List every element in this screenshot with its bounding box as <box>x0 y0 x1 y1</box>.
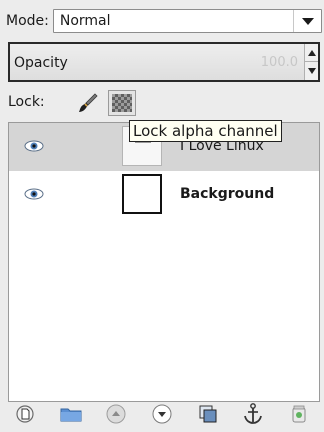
spin-up-icon[interactable] <box>305 44 318 62</box>
opacity-slider[interactable]: Opacity 100.0 <box>8 42 320 82</box>
mode-row: Mode: Normal <box>6 8 322 34</box>
lock-row: Lock: <box>8 90 318 116</box>
eye-icon[interactable] <box>23 187 45 201</box>
new-layer-group-icon[interactable] <box>58 401 84 427</box>
checkerboard-icon <box>112 94 132 112</box>
layers-list[interactable]: I Love Linux Background <box>8 122 320 402</box>
layers-toolbar <box>12 398 312 430</box>
layer-row[interactable]: Background <box>9 171 319 219</box>
new-layer-icon[interactable] <box>12 401 38 427</box>
mode-value: Normal <box>59 13 111 29</box>
eye-icon[interactable] <box>23 139 45 153</box>
paintbrush-icon[interactable] <box>76 91 100 115</box>
dropdown-arrow-icon[interactable] <box>293 10 321 32</box>
delete-layer-icon[interactable] <box>286 401 312 427</box>
opacity-value[interactable]: 100.0 <box>261 55 298 70</box>
spin-down-icon[interactable] <box>305 62 318 80</box>
tooltip: Lock alpha channel <box>129 120 282 142</box>
opacity-label: Opacity <box>14 55 68 71</box>
layer-name[interactable]: Background <box>180 186 274 202</box>
duplicate-layer-icon[interactable] <box>195 401 221 427</box>
lower-layer-icon[interactable] <box>149 401 175 427</box>
anchor-layer-icon[interactable] <box>240 401 266 427</box>
thumbnail-text-icon <box>135 141 151 149</box>
lock-alpha-button[interactable] <box>108 90 136 116</box>
mode-dropdown[interactable]: Normal <box>52 9 322 33</box>
layer-thumbnail[interactable] <box>122 174 162 214</box>
opacity-spin-buttons <box>304 44 318 80</box>
lock-label: Lock: <box>8 94 45 110</box>
mode-label: Mode: <box>6 13 49 29</box>
raise-layer-icon[interactable] <box>103 401 129 427</box>
